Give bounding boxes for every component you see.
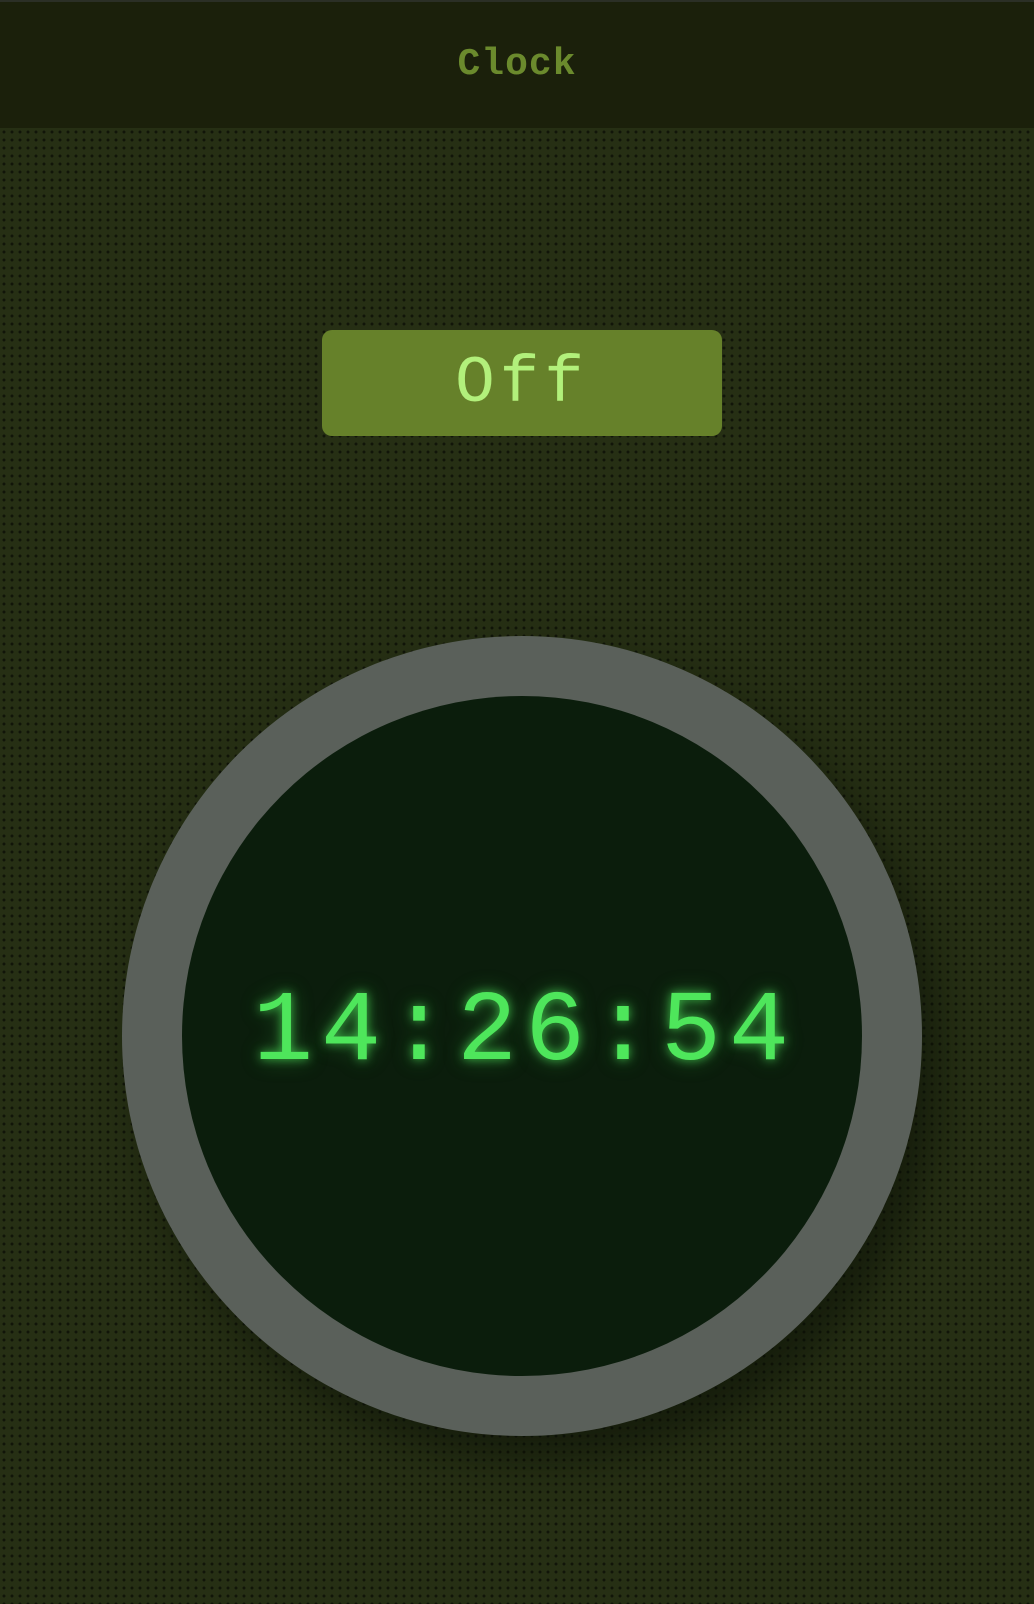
- app-header: Clock: [0, 0, 1034, 128]
- clock-bezel: 14:26:54: [122, 636, 922, 1436]
- clock-face: 14:26:54: [182, 696, 862, 1376]
- clock-time-display: 14:26:54: [252, 976, 798, 1090]
- power-toggle-button[interactable]: Off: [322, 330, 722, 436]
- app-title: Clock: [457, 42, 577, 86]
